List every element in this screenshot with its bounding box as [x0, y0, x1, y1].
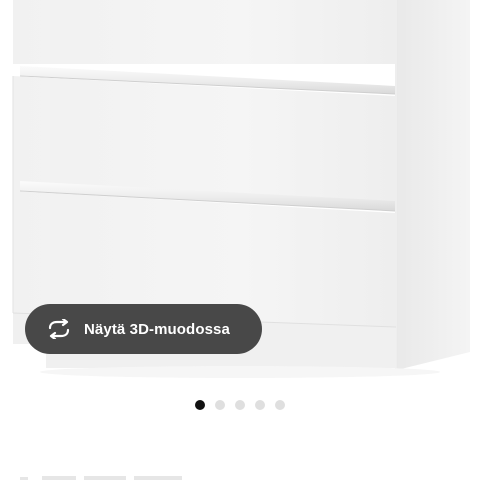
carousel-dot-5[interactable]: [275, 400, 285, 410]
carousel-dot-3[interactable]: [235, 400, 245, 410]
view-3d-button[interactable]: Näytä 3D-muodossa: [25, 304, 262, 354]
cut-off-text-line: [20, 476, 182, 480]
carousel-dot-1[interactable]: [195, 400, 205, 410]
view-3d-button-label: Näytä 3D-muodossa: [84, 320, 230, 338]
rotate-arrows-icon: [45, 318, 73, 340]
product-page: Näytä 3D-muodossa: [0, 0, 480, 480]
carousel-dot-2[interactable]: [215, 400, 225, 410]
carousel-dot-4[interactable]: [255, 400, 265, 410]
image-carousel-dots: [195, 400, 285, 410]
